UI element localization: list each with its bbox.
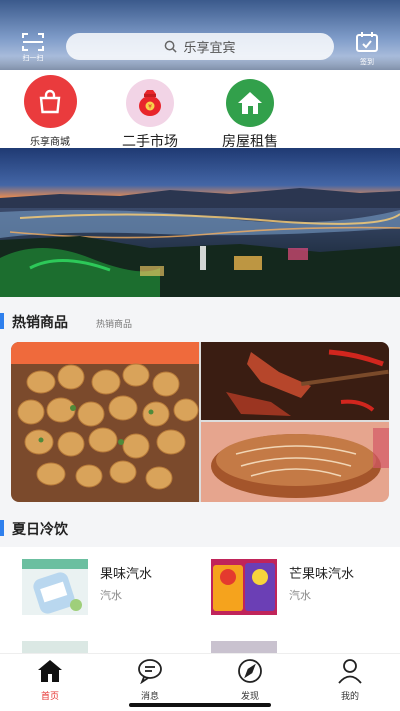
summer-section-title: 夏日冷饮 (12, 522, 68, 538)
product-card[interactable]: 芒果味汽水 汽水 (211, 559, 396, 619)
section-accent-bar (0, 313, 4, 329)
money-bag-icon: ¥ (139, 90, 161, 116)
house-icon (238, 92, 262, 114)
tab-label: 我的 (340, 692, 359, 702)
message-icon (138, 659, 162, 685)
user-icon (338, 659, 362, 684)
city-night-skyline-banner[interactable] (0, 148, 400, 297)
home-icon (38, 660, 62, 682)
calendar-icon (356, 32, 378, 52)
section-accent-bar (0, 520, 4, 536)
category-icon-bg (226, 79, 274, 127)
fried-snack-photo[interactable] (11, 342, 199, 502)
summer-section-header: 夏日冷饮 (0, 505, 400, 549)
svg-text:¥: ¥ (148, 104, 152, 111)
category-label: 乐享商城 (30, 137, 70, 148)
tab-discover[interactable]: 发现 (220, 658, 280, 702)
product-category: 汽水 (289, 589, 311, 602)
category-mall[interactable]: 乐享商城 (0, 73, 100, 148)
compass-icon (238, 659, 262, 683)
top-header: 扫一扫 乐享宜宾 签到 (0, 0, 400, 70)
app-screen: 扫一扫 乐享宜宾 签到 乐享商城 ¥ 二手市场 房屋租售 热销商品 热销商品 夏… (0, 0, 400, 711)
hot-section-title: 热销商品 (12, 315, 68, 331)
spicy-jerky-photo[interactable] (201, 342, 389, 420)
tab-profile[interactable]: 我的 (320, 658, 380, 702)
bottled-soda-photo (22, 559, 88, 615)
scan-icon (22, 33, 44, 51)
hot-section-header: 热销商品 热销商品 (0, 298, 400, 342)
tab-label: 发现 (240, 692, 259, 702)
hot-section-subtitle: 热销商品 (96, 320, 133, 330)
checkin-button[interactable]: 签到 (353, 31, 381, 66)
hot-products-grid (11, 342, 389, 502)
category-icon-bg: ¥ (126, 79, 174, 127)
search-icon (165, 40, 178, 53)
search-placeholder: 乐享宜宾 (183, 41, 236, 56)
product-name: 芒果味汽水 (289, 567, 355, 582)
search-bar[interactable]: 乐享宜宾 (66, 33, 334, 60)
hot-products-images (11, 342, 389, 502)
shopping-bag-icon (39, 89, 61, 113)
product-card[interactable]: 果味汽水 汽水 (22, 559, 207, 619)
tab-messages[interactable]: 消息 (120, 658, 180, 702)
category-icon-bg (23, 75, 77, 128)
category-secondhand[interactable]: ¥ 二手市场 (100, 73, 200, 151)
category-housing[interactable]: 房屋租售 (200, 73, 300, 151)
scan-label: 扫一扫 (22, 54, 44, 62)
tab-label: 首页 (40, 692, 59, 702)
bread-loaf-photo[interactable] (201, 422, 389, 502)
category-row: 乐享商城 ¥ 二手市场 房屋租售 (0, 70, 400, 151)
product-name: 果味汽水 (100, 567, 153, 582)
scan-button[interactable]: 扫一扫 (18, 31, 48, 63)
banner-image (0, 148, 400, 297)
candy-pack-photo (211, 559, 277, 615)
tab-home[interactable]: 首页 (20, 658, 80, 702)
product-category: 汽水 (100, 589, 122, 602)
checkin-label: 签到 (360, 58, 374, 66)
home-indicator[interactable] (129, 703, 271, 707)
tab-label: 消息 (140, 692, 159, 702)
summer-product-list: 果味汽水 汽水 芒果味汽水 汽水 (0, 547, 400, 655)
